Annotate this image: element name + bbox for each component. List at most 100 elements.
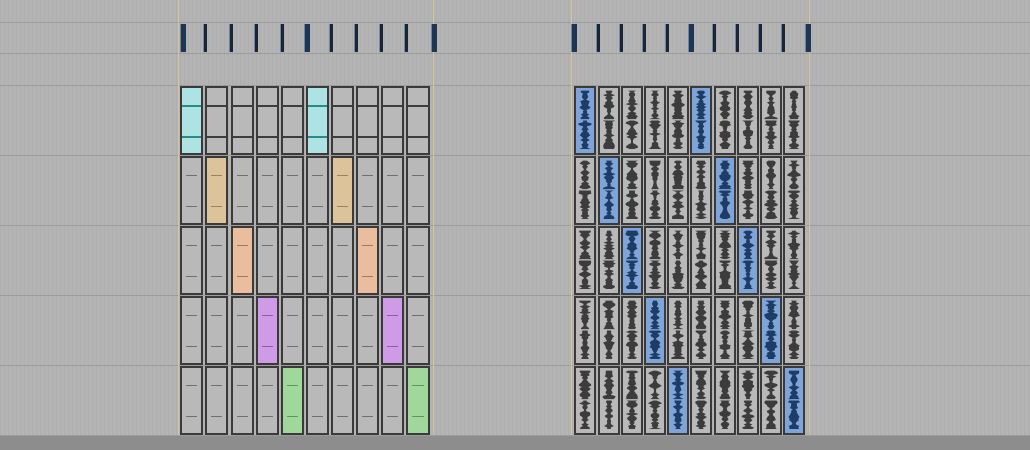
- audio-clip[interactable]: [714, 366, 736, 435]
- midi-clip[interactable]: [281, 296, 304, 365]
- midi-clip[interactable]: [356, 156, 379, 225]
- horizontal-scrollbar[interactable]: [0, 436, 1030, 450]
- audio-clip[interactable]: [737, 86, 759, 155]
- midi-clip[interactable]: [205, 86, 228, 155]
- audio-clip[interactable]: [760, 156, 782, 225]
- locator-marker[interactable]: [431, 24, 437, 52]
- audio-clip[interactable]: [644, 86, 666, 155]
- midi-clip[interactable]: [180, 226, 203, 295]
- audio-clip[interactable]: [690, 156, 712, 225]
- midi-clip[interactable]: [281, 226, 304, 295]
- midi-clip[interactable]: [381, 86, 404, 155]
- midi-clip[interactable]: [381, 296, 404, 365]
- locator-marker[interactable]: [329, 24, 333, 52]
- midi-clip[interactable]: [331, 156, 354, 225]
- midi-clip[interactable]: [180, 156, 203, 225]
- audio-clip[interactable]: [574, 226, 596, 295]
- locator-marker[interactable]: [203, 24, 207, 52]
- audio-clip[interactable]: [644, 156, 666, 225]
- locator-marker[interactable]: [642, 24, 646, 52]
- audio-clip[interactable]: [667, 366, 689, 435]
- locator-marker[interactable]: [596, 24, 600, 52]
- audio-clip[interactable]: [783, 156, 805, 225]
- midi-clip[interactable]: [306, 296, 329, 365]
- audio-clip[interactable]: [598, 366, 620, 435]
- audio-clip[interactable]: [574, 296, 596, 365]
- locator-marker[interactable]: [619, 24, 623, 52]
- midi-clip[interactable]: [256, 366, 279, 435]
- locator-marker[interactable]: [758, 24, 762, 52]
- audio-clip[interactable]: [644, 366, 666, 435]
- midi-clip[interactable]: [331, 86, 354, 155]
- midi-clip[interactable]: [406, 86, 430, 155]
- midi-clip[interactable]: [180, 86, 203, 155]
- locator-marker[interactable]: [354, 24, 358, 52]
- locator-marker[interactable]: [781, 24, 785, 52]
- audio-clip[interactable]: [667, 156, 689, 225]
- midi-clip[interactable]: [306, 226, 329, 295]
- locator-marker[interactable]: [404, 24, 408, 52]
- audio-clip[interactable]: [760, 366, 782, 435]
- audio-clip[interactable]: [574, 156, 596, 225]
- midi-clip[interactable]: [205, 366, 228, 435]
- midi-clip[interactable]: [205, 226, 228, 295]
- midi-clip[interactable]: [205, 296, 228, 365]
- locator-marker[interactable]: [280, 24, 284, 52]
- midi-clip[interactable]: [256, 226, 279, 295]
- audio-clip[interactable]: [574, 86, 596, 155]
- midi-clip[interactable]: [306, 86, 329, 155]
- midi-clip[interactable]: [356, 226, 379, 295]
- midi-clip[interactable]: [331, 296, 354, 365]
- midi-clip[interactable]: [306, 156, 329, 225]
- audio-clip[interactable]: [621, 366, 643, 435]
- audio-clip[interactable]: [737, 366, 759, 435]
- audio-clip[interactable]: [598, 86, 620, 155]
- midi-clip[interactable]: [231, 156, 254, 225]
- midi-clip[interactable]: [356, 296, 379, 365]
- audio-clip[interactable]: [783, 86, 805, 155]
- midi-clip[interactable]: [281, 86, 304, 155]
- locator-marker[interactable]: [571, 24, 577, 52]
- midi-clip[interactable]: [331, 366, 354, 435]
- midi-clip[interactable]: [406, 156, 430, 225]
- midi-clip[interactable]: [180, 296, 203, 365]
- audio-clip[interactable]: [737, 226, 759, 295]
- locator-marker[interactable]: [688, 24, 694, 52]
- midi-clip[interactable]: [381, 226, 404, 295]
- locator-marker[interactable]: [805, 24, 811, 52]
- audio-clip[interactable]: [714, 226, 736, 295]
- audio-clip[interactable]: [598, 226, 620, 295]
- locator-marker[interactable]: [229, 24, 233, 52]
- audio-clip[interactable]: [667, 226, 689, 295]
- midi-clip[interactable]: [356, 366, 379, 435]
- audio-clip[interactable]: [644, 296, 666, 365]
- audio-clip[interactable]: [783, 226, 805, 295]
- midi-clip[interactable]: [381, 366, 404, 435]
- midi-clip[interactable]: [205, 156, 228, 225]
- audio-clip[interactable]: [621, 226, 643, 295]
- audio-clip[interactable]: [621, 156, 643, 225]
- midi-clip[interactable]: [231, 366, 254, 435]
- audio-clip[interactable]: [737, 296, 759, 365]
- audio-clip[interactable]: [690, 296, 712, 365]
- midi-clip[interactable]: [406, 226, 430, 295]
- audio-clip[interactable]: [783, 296, 805, 365]
- locator-marker[interactable]: [712, 24, 716, 52]
- locator-marker[interactable]: [180, 24, 186, 52]
- audio-clip[interactable]: [690, 366, 712, 435]
- midi-clip[interactable]: [231, 226, 254, 295]
- audio-clip[interactable]: [714, 86, 736, 155]
- midi-clip[interactable]: [306, 366, 329, 435]
- audio-clip[interactable]: [760, 86, 782, 155]
- audio-clip[interactable]: [598, 156, 620, 225]
- audio-clip[interactable]: [667, 86, 689, 155]
- locator-marker[interactable]: [304, 24, 310, 52]
- midi-clip[interactable]: [406, 366, 430, 435]
- midi-clip[interactable]: [406, 296, 430, 365]
- audio-clip[interactable]: [598, 296, 620, 365]
- midi-clip[interactable]: [180, 366, 203, 435]
- midi-clip[interactable]: [231, 296, 254, 365]
- midi-clip[interactable]: [356, 86, 379, 155]
- audio-clip[interactable]: [760, 226, 782, 295]
- midi-clip[interactable]: [281, 366, 304, 435]
